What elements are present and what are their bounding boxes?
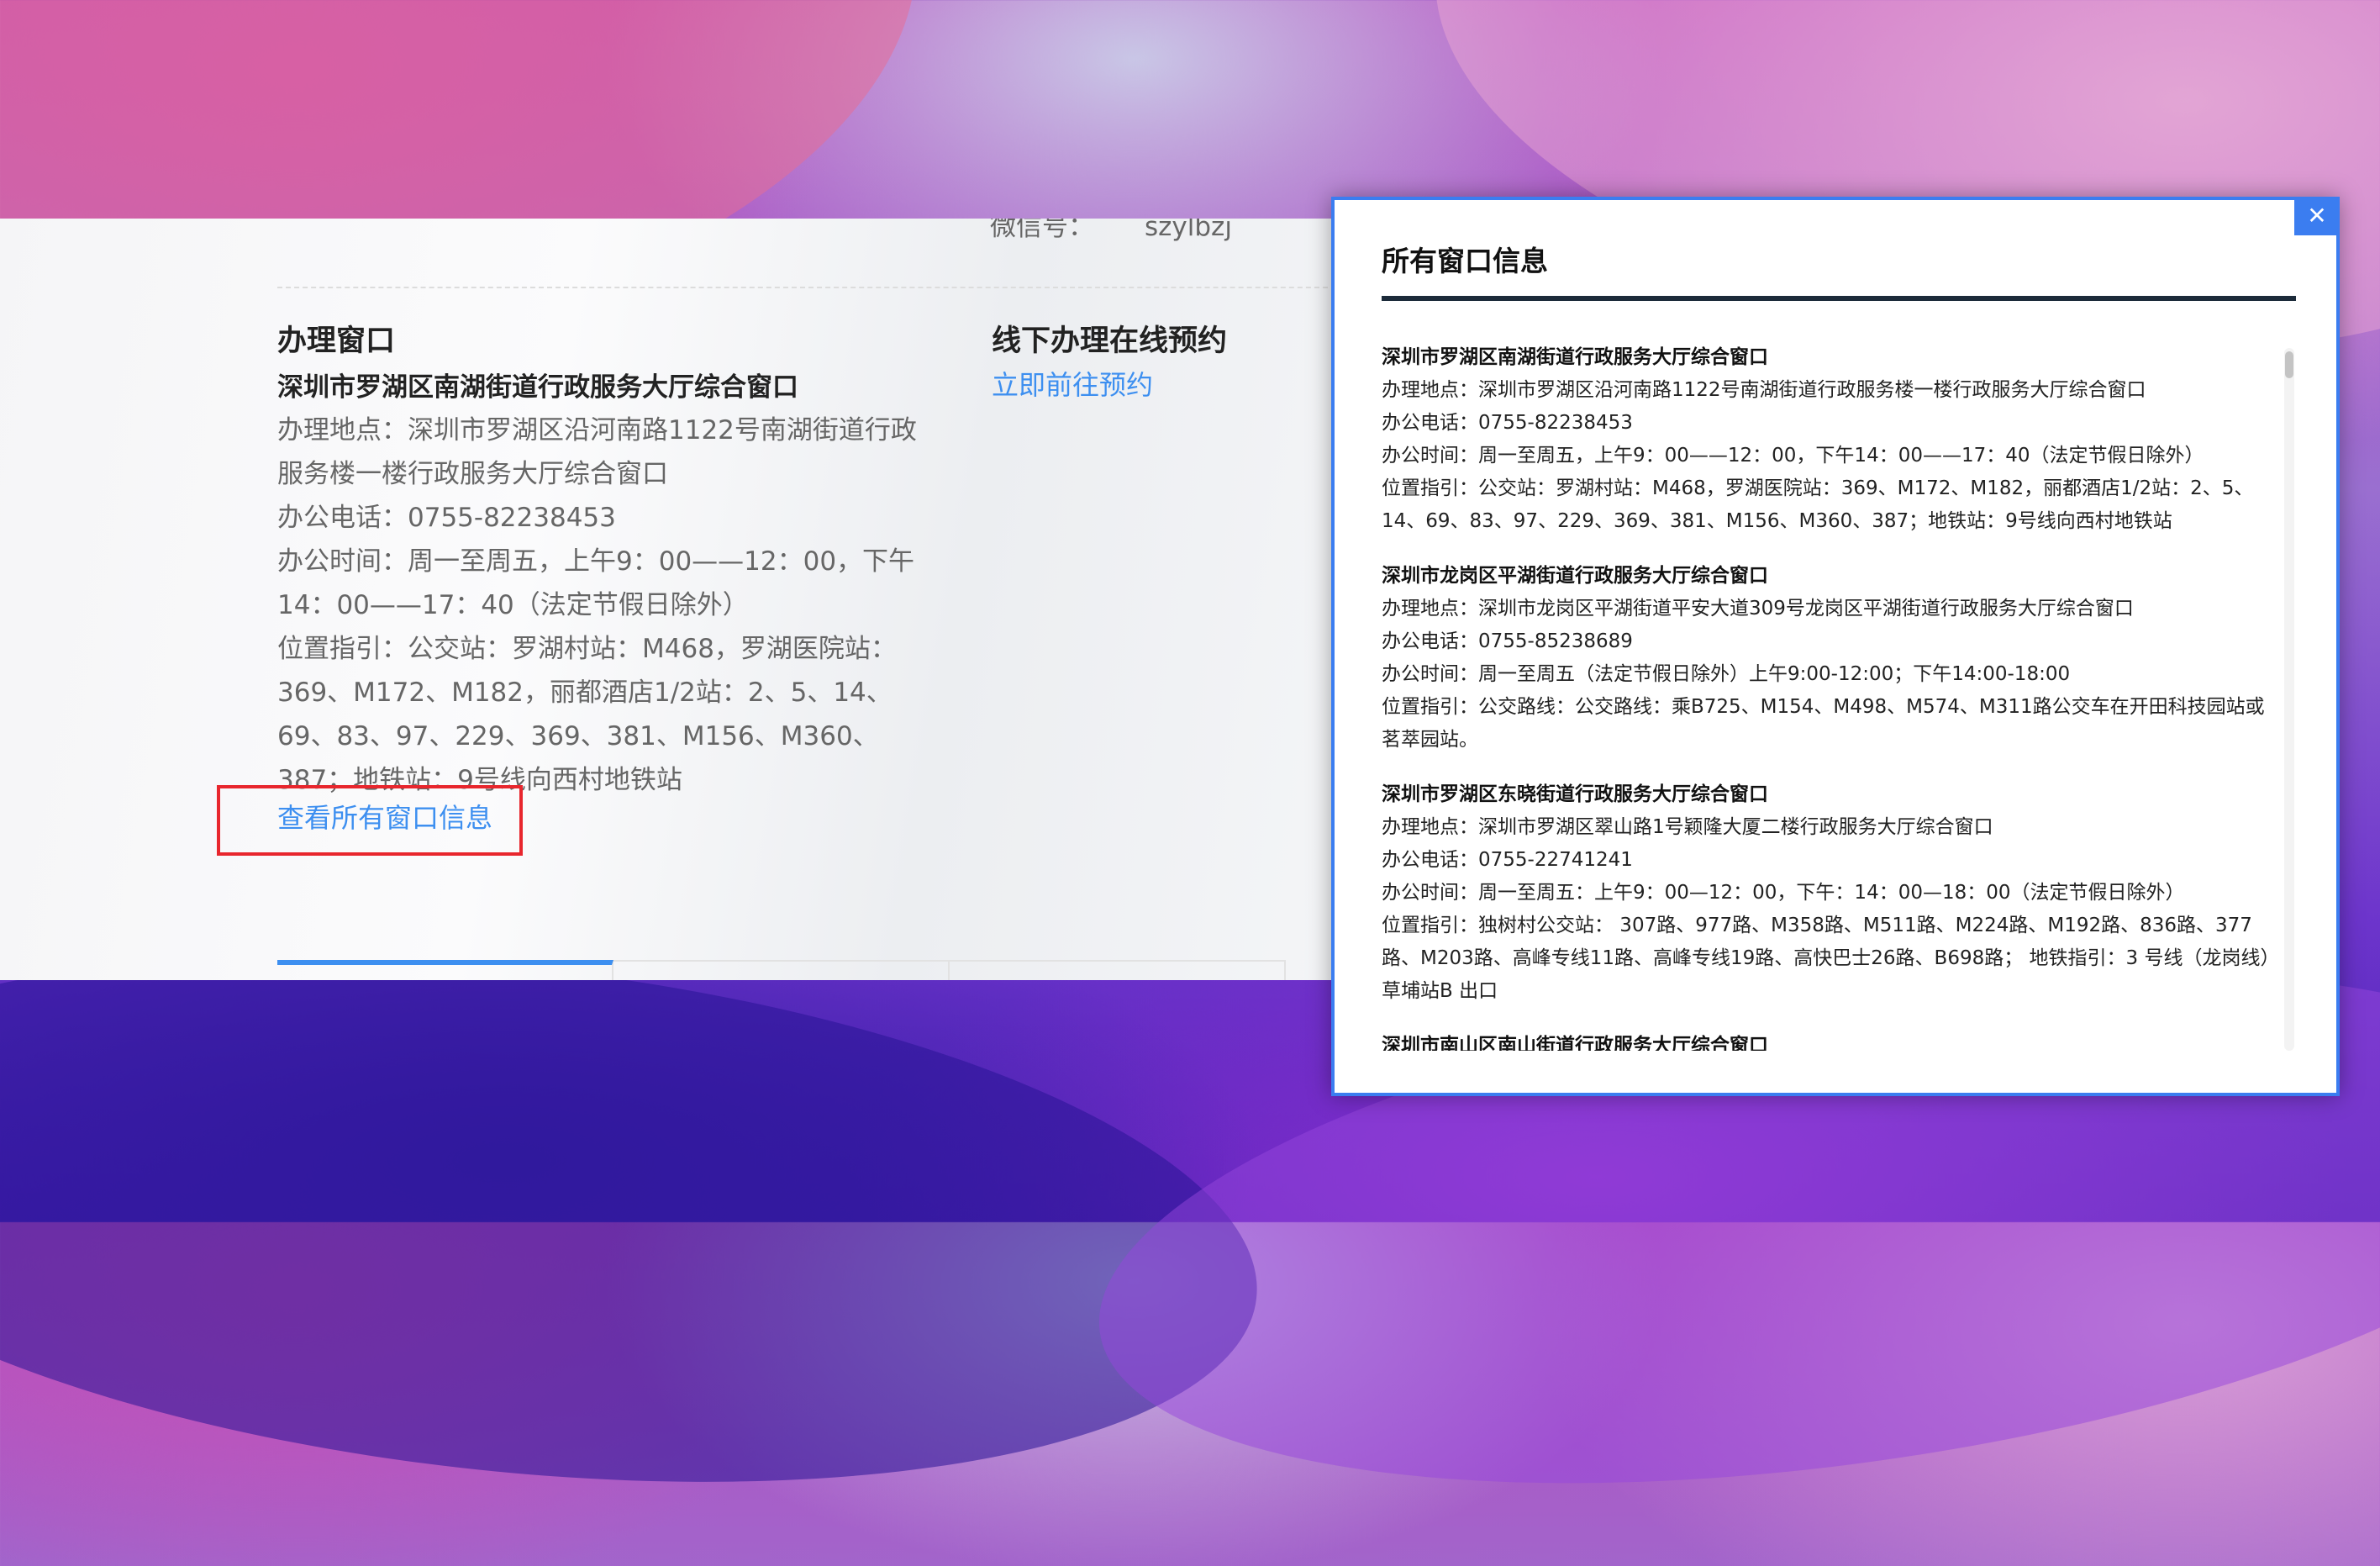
window-entry: 深圳市罗湖区东晓街道行政服务大厅综合窗口 办理地点：深圳市罗湖区翠山路1号颖隆大… bbox=[1382, 778, 2281, 1008]
tab-active[interactable] bbox=[277, 960, 613, 980]
entry-address: 办理地点：深圳市罗湖区翠山路1号颖隆大厦二楼行政服务大厅综合窗口 bbox=[1382, 816, 1993, 838]
window-location: 位置指引：公交站：罗湖村站：M468，罗湖医院站：369、M172、M182，丽… bbox=[277, 634, 897, 795]
tab[interactable] bbox=[613, 960, 950, 980]
modal-scrollbar-thumb[interactable] bbox=[2285, 351, 2293, 378]
appointment-link[interactable]: 立即前往预约 bbox=[992, 363, 1227, 407]
appointment-block: 线下办理在线预约 立即前往预约 bbox=[992, 319, 1227, 407]
entry-location: 位置指引：独树村公交站： 307路、977路、M358路、M511路、M224路… bbox=[1382, 915, 2280, 1002]
tab[interactable] bbox=[950, 960, 1286, 980]
wallpaper-wave bbox=[0, 888, 1283, 1549]
entry-hours: 办公时间：周一至周五：上午9：00—12：00，下午：14：00—18：00（法… bbox=[1382, 882, 2185, 904]
entry-name: 深圳市南山区南山街道行政服务大厅综合窗口 bbox=[1382, 1035, 1768, 1051]
entry-phone: 办公电话：0755-82238453 bbox=[1382, 412, 1633, 434]
window-entry: 深圳市罗湖区南湖街道行政服务大厅综合窗口 办理地点：深圳市罗湖区沿河南路1122… bbox=[1382, 341, 2281, 538]
appointment-title: 线下办理在线预约 bbox=[992, 324, 1228, 358]
divider bbox=[277, 287, 1336, 288]
entry-name: 深圳市龙岗区平湖街道行政服务大厅综合窗口 bbox=[1382, 565, 1768, 587]
wechat-row: 微信号： szylbzj bbox=[990, 219, 1232, 243]
tab-strip bbox=[277, 960, 1336, 980]
entry-name: 深圳市罗湖区东晓街道行政服务大厅综合窗口 bbox=[1382, 783, 1768, 805]
window-entry: 深圳市南山区南山街道行政服务大厅综合窗口 bbox=[1382, 1030, 2281, 1051]
modal-scroll-area[interactable]: 深圳市罗湖区南湖街道行政服务大厅综合窗口 办理地点：深圳市罗湖区沿河南路1122… bbox=[1382, 341, 2281, 1051]
modal-title: 所有窗口信息 bbox=[1382, 245, 1548, 277]
modal-title-rule bbox=[1382, 296, 2296, 301]
entry-phone: 办公电话：0755-85238689 bbox=[1382, 630, 1633, 652]
entry-hours: 办公时间：周一至周五（法定节假日除外）上午9:00-12:00；下午14:00-… bbox=[1382, 663, 2071, 685]
entry-hours: 办公时间：周一至周五，上午9：00——12：00，下午14：00——17：40（… bbox=[1382, 445, 2204, 467]
window-info-block: 办理窗口 深圳市罗湖区南湖街道行政服务大厅综合窗口 办理地点：深圳市罗湖区沿河南… bbox=[277, 319, 933, 802]
highlight-box bbox=[217, 785, 523, 856]
all-windows-modal: 所有窗口信息 深圳市罗湖区南湖街道行政服务大厅综合窗口 办理地点：深圳市罗湖区沿… bbox=[1331, 197, 2340, 1096]
modal-content-clip: 所有窗口信息 深圳市罗湖区南湖街道行政服务大厅综合窗口 办理地点：深圳市罗湖区沿… bbox=[1335, 200, 2336, 1051]
window-section-heading: 办理窗口 bbox=[277, 324, 396, 358]
wechat-value: szylbzj bbox=[1145, 219, 1232, 242]
close-icon[interactable]: ✕ bbox=[2294, 197, 2340, 235]
entry-address: 办理地点：深圳市龙岗区平湖街道平安大道309号龙岗区平湖街道行政服务大厅综合窗口 bbox=[1382, 598, 2134, 620]
service-info-panel: 微信号： szylbzj 办理窗口 深圳市罗湖区南湖街道行政服务大厅综合窗口 办理… bbox=[0, 219, 1336, 980]
modal-scrollbar[interactable] bbox=[2284, 348, 2294, 1051]
entry-phone: 办公电话：0755-22741241 bbox=[1382, 849, 1633, 871]
entry-name: 深圳市罗湖区南湖街道行政服务大厅综合窗口 bbox=[1382, 346, 1768, 368]
wechat-label: 微信号： bbox=[990, 219, 1094, 242]
window-address: 办理地点：深圳市罗湖区沿河南路1122号南湖街道行政服务楼一楼行政服务大厅综合窗… bbox=[277, 415, 917, 489]
window-phone: 办公电话：0755-82238453 bbox=[277, 503, 616, 533]
entry-address: 办理地点：深圳市罗湖区沿河南路1122号南湖街道行政服务楼一楼行政服务大厅综合窗… bbox=[1382, 379, 2146, 401]
window-hours: 办公时间：周一至周五，上午9：00——12：00，下午14：00——17：40（… bbox=[277, 546, 915, 620]
entry-location: 位置指引：公交站：罗湖村站：M468，罗湖医院站：369、M172、M182，丽… bbox=[1382, 477, 2254, 532]
window-entry: 深圳市龙岗区平湖街道行政服务大厅综合窗口 办理地点：深圳市龙岗区平湖街道平安大道… bbox=[1382, 560, 2281, 757]
entry-location: 位置指引：公交路线：公交路线：乘B725、M154、M498、M574、M311… bbox=[1382, 696, 2265, 751]
window-name: 深圳市罗湖区南湖街道行政服务大厅综合窗口 bbox=[277, 372, 798, 403]
